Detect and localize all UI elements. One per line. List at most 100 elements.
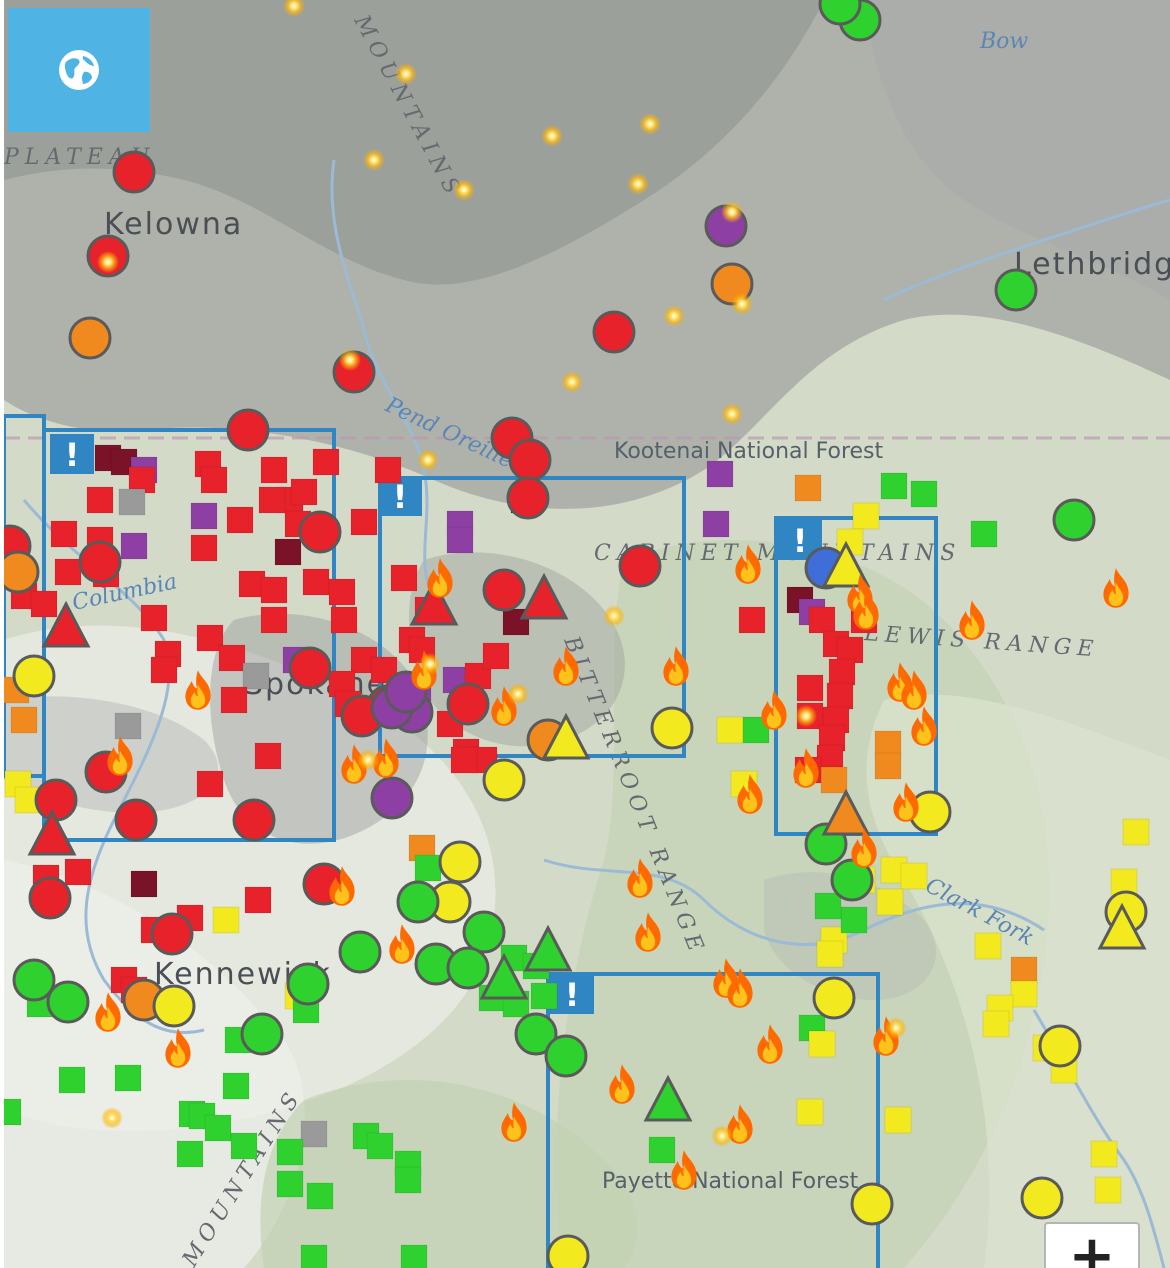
monitor-marker[interactable]: [152, 984, 196, 1028]
monitor-marker[interactable]: [298, 510, 342, 554]
sensor-marker[interactable]: [30, 590, 58, 618]
sensor-marker[interactable]: [394, 1166, 422, 1194]
sensor-marker[interactable]: [58, 1066, 86, 1094]
sensor-marker[interactable]: [312, 448, 340, 476]
sensor-marker[interactable]: [254, 742, 282, 770]
sensor-marker[interactable]: [400, 1244, 428, 1268]
hotspot-marker[interactable]: [663, 305, 685, 327]
monitor-marker[interactable]: [34, 778, 78, 822]
sensor-marker[interactable]: [1010, 956, 1038, 984]
monitor-marker[interactable]: [4, 550, 40, 594]
sensor-marker[interactable]: [828, 658, 856, 686]
hotspot-marker[interactable]: [101, 1107, 123, 1129]
monitor-marker[interactable]: [338, 930, 382, 974]
monitor-marker[interactable]: [78, 540, 122, 584]
monitor-marker[interactable]: [150, 912, 194, 956]
monitor-marker[interactable]: [286, 962, 330, 1006]
hotspot-marker[interactable]: [721, 403, 743, 425]
monitor-marker[interactable]: [462, 910, 506, 954]
sensor-marker[interactable]: [530, 982, 558, 1010]
hotspot-marker[interactable]: [711, 1125, 733, 1147]
sensor-marker[interactable]: [796, 674, 824, 702]
hotspot-marker[interactable]: [339, 349, 361, 371]
sensor-marker[interactable]: [330, 606, 358, 634]
sensor-marker[interactable]: [120, 532, 148, 560]
hotspot-marker[interactable]: [363, 149, 385, 171]
sensor-marker[interactable]: [702, 510, 730, 538]
monitor-marker[interactable]: [114, 798, 158, 842]
hotspot-marker[interactable]: [453, 179, 475, 201]
sensor-marker[interactable]: [290, 478, 318, 506]
monitor-marker[interactable]: [240, 1012, 284, 1056]
sensor-marker[interactable]: [1122, 818, 1150, 846]
sensor-marker[interactable]: [50, 520, 78, 548]
monitor-marker[interactable]: [1038, 1024, 1082, 1068]
sensor-marker[interactable]: [244, 886, 272, 914]
map-svg[interactable]: Kelowna Lethbridge Spokane Kennewick Bow…: [4, 0, 1170, 1268]
sensor-marker[interactable]: [260, 576, 288, 604]
sensor-marker[interactable]: [716, 716, 744, 744]
sensor-marker[interactable]: [222, 1072, 250, 1100]
hotspot-marker[interactable]: [419, 653, 441, 675]
sensor-marker[interactable]: [190, 534, 218, 562]
sensor-marker[interactable]: [814, 892, 842, 920]
sensor-marker[interactable]: [808, 606, 836, 634]
hotspot-marker[interactable]: [561, 371, 583, 393]
monitor-marker[interactable]: [226, 408, 270, 452]
sensor-marker[interactable]: [350, 508, 378, 536]
sensor-marker[interactable]: [706, 460, 734, 488]
sensor-marker[interactable]: [140, 604, 168, 632]
hotspot-marker[interactable]: [417, 449, 439, 471]
sensor-marker[interactable]: [1010, 980, 1038, 1008]
sensor-marker[interactable]: [226, 506, 254, 534]
hotspot-marker[interactable]: [97, 251, 119, 273]
sensor-marker[interactable]: [10, 706, 38, 734]
sensor-marker[interactable]: [414, 854, 442, 882]
monitor-marker[interactable]: [482, 568, 526, 612]
sensor-marker[interactable]: [260, 606, 288, 634]
sensor-marker[interactable]: [816, 940, 844, 968]
sensor-marker[interactable]: [118, 488, 146, 516]
sensor-marker[interactable]: [738, 606, 766, 634]
sensor-marker[interactable]: [482, 642, 510, 670]
sensor-marker[interactable]: [220, 686, 248, 714]
sensor-marker[interactable]: [300, 1120, 328, 1148]
sensor-marker[interactable]: [218, 644, 246, 672]
sensor-marker[interactable]: [200, 466, 228, 494]
sensor-marker[interactable]: [230, 1132, 258, 1160]
sensor-marker[interactable]: [982, 1010, 1010, 1038]
sensor-marker[interactable]: [204, 1114, 232, 1142]
layer-toggle-button[interactable]: [8, 8, 150, 132]
sensor-marker[interactable]: [374, 456, 402, 484]
hotspot-marker[interactable]: [721, 201, 743, 223]
sensor-marker[interactable]: [190, 502, 218, 530]
sensor-marker[interactable]: [276, 1170, 304, 1198]
sensor-marker[interactable]: [900, 862, 928, 890]
sensor-marker[interactable]: [114, 1064, 142, 1092]
monitor-marker[interactable]: [850, 1182, 894, 1226]
sensor-marker[interactable]: [840, 906, 868, 934]
sensor-marker[interactable]: [300, 1244, 328, 1268]
sensor-marker[interactable]: [796, 1098, 824, 1126]
sensor-marker[interactable]: [306, 1182, 334, 1210]
hotspot-marker[interactable]: [795, 705, 817, 727]
sensor-marker[interactable]: [130, 870, 158, 898]
monitor-marker[interactable]: [232, 798, 276, 842]
sensor-marker[interactable]: [64, 858, 92, 886]
sensor-marker[interactable]: [176, 1140, 204, 1168]
sensor-marker[interactable]: [874, 752, 902, 780]
sensor-marker[interactable]: [274, 538, 302, 566]
monitor-marker[interactable]: [112, 150, 156, 194]
sensor-marker[interactable]: [876, 888, 904, 916]
monitor-marker[interactable]: [482, 758, 526, 802]
zoom-in-button[interactable]: +: [1044, 1222, 1140, 1268]
sensor-marker[interactable]: [1090, 1140, 1118, 1168]
hotspot-marker[interactable]: [357, 749, 379, 771]
monitor-marker[interactable]: [446, 682, 490, 726]
monitor-marker[interactable]: [618, 544, 662, 588]
sensor-marker[interactable]: [328, 578, 356, 606]
monitor-marker[interactable]: [650, 706, 694, 750]
sensor-marker[interactable]: [826, 682, 854, 710]
hotspot-marker[interactable]: [395, 63, 417, 85]
sensor-marker[interactable]: [974, 932, 1002, 960]
